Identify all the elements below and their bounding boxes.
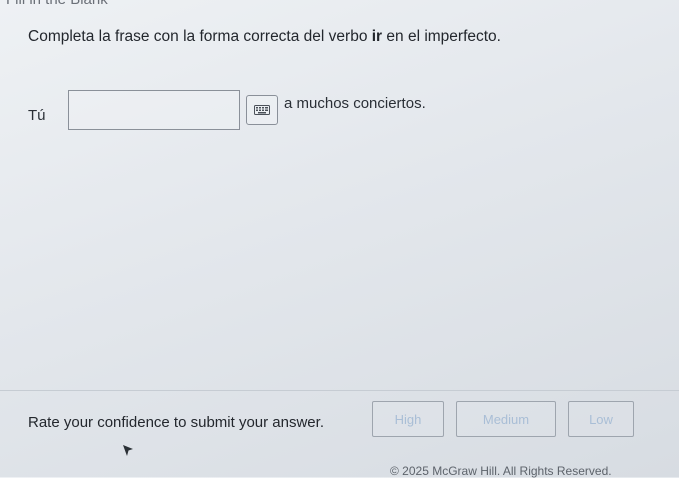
sentence-subject: Tú (28, 107, 46, 124)
instructions-verb: ir (371, 28, 383, 45)
confidence-bar: Rate your confidence to submit your answ… (0, 391, 679, 478)
question-instructions: Completa la frase con la forma correcta … (28, 28, 501, 46)
question-panel: Completa la frase con la forma correcta … (0, 0, 679, 390)
copyright-notice: © 2025 McGraw Hill. All Rights Reserved. (390, 464, 612, 478)
confidence-high-button[interactable]: High (372, 401, 444, 437)
confidence-low-button[interactable]: Low (568, 401, 634, 437)
confidence-medium-button[interactable]: Medium (456, 401, 556, 437)
answer-input[interactable] (68, 90, 240, 130)
sentence-continuation: a muchos conciertos. (284, 95, 426, 112)
confidence-prompt: Rate your confidence to submit your answ… (28, 414, 324, 431)
mouse-cursor-icon (123, 445, 133, 456)
instructions-text-after: en el imperfecto. (382, 28, 501, 45)
instructions-text-before: Completa la frase con la forma correcta … (28, 28, 372, 45)
special-characters-button[interactable] (246, 95, 278, 125)
keyboard-icon (254, 105, 270, 115)
